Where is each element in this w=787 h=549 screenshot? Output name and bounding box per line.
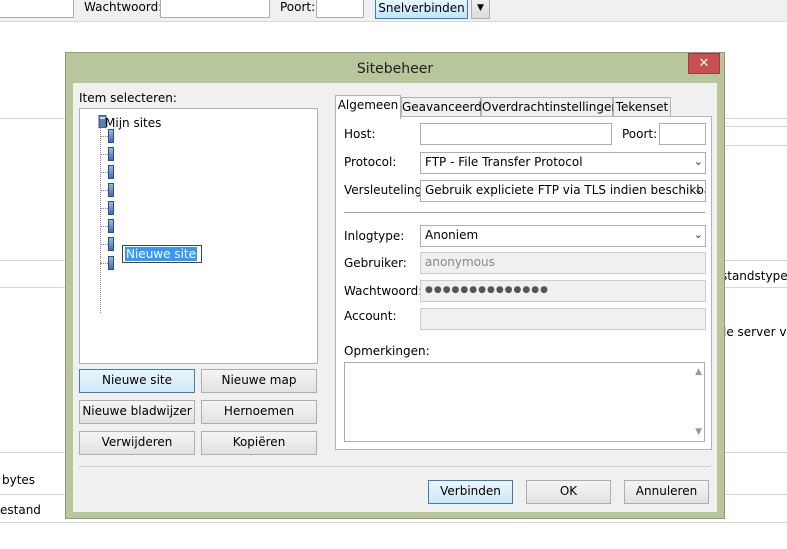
copy-button[interactable]: Kopiëren bbox=[201, 431, 317, 455]
dialog-client-area: Item selecteren: Mijn sites Nieuwe site … bbox=[73, 83, 717, 512]
cancel-button[interactable]: Annuleren bbox=[624, 480, 709, 504]
tree-rename-value: Nieuwe site bbox=[125, 247, 197, 261]
tree-site-node[interactable] bbox=[100, 217, 120, 235]
site-icon bbox=[108, 256, 114, 270]
site-icon bbox=[108, 165, 114, 179]
new-folder-button[interactable]: Nieuwe map bbox=[201, 369, 317, 393]
username-input[interactable] bbox=[0, 0, 74, 18]
user-label: Gebruiker: bbox=[344, 256, 407, 270]
site-icon bbox=[108, 129, 114, 143]
password-input[interactable] bbox=[160, 0, 270, 18]
quickconnect-bar: Wachtwoord: Poort: Snelverbinden ▼ bbox=[0, 0, 787, 22]
account-label: Account: bbox=[344, 309, 397, 323]
tree-site-node[interactable] bbox=[100, 235, 120, 253]
connect-button[interactable]: Verbinden bbox=[428, 480, 513, 504]
select-item-label: Item selecteren: bbox=[79, 91, 177, 105]
host-input[interactable] bbox=[420, 123, 612, 145]
port-input[interactable] bbox=[316, 0, 364, 18]
tree-site-node[interactable] bbox=[100, 181, 120, 199]
delete-button[interactable]: Verwijderen bbox=[79, 431, 195, 455]
ok-button[interactable]: OK bbox=[526, 480, 611, 504]
tab-general[interactable]: Algemeen bbox=[335, 95, 401, 119]
site-manager-dialog: Sitebeheer ✕ Item selecteren: Mijn sites… bbox=[65, 52, 725, 519]
site-icon bbox=[108, 237, 114, 251]
general-tab-panel: Host: Poort: Protocol: FTP - File Transf… bbox=[335, 116, 712, 450]
pane-divider bbox=[0, 522, 787, 523]
tree-site-node[interactable] bbox=[100, 145, 120, 163]
section-divider bbox=[344, 212, 705, 213]
encryption-value: Gebruik expliciete FTP via TLS indien be… bbox=[425, 183, 706, 197]
scroll-down-icon[interactable]: ▼ bbox=[695, 427, 702, 437]
pane-divider bbox=[725, 145, 787, 146]
scroll-up-icon[interactable]: ▲ bbox=[695, 367, 702, 377]
port-input[interactable] bbox=[659, 123, 706, 145]
protocol-select[interactable]: FTP - File Transfer Protocol ⌄ bbox=[420, 152, 706, 174]
site-icon bbox=[108, 183, 114, 197]
new-site-button[interactable]: Nieuwe site bbox=[79, 369, 195, 393]
comments-textarea[interactable]: ▲ ▼ bbox=[344, 362, 705, 442]
user-input[interactable]: anonymous bbox=[420, 252, 706, 274]
pane-divider bbox=[725, 126, 787, 127]
footer-divider bbox=[79, 466, 711, 467]
chevron-down-icon: ⌄ bbox=[693, 183, 703, 196]
tree-site-node[interactable] bbox=[100, 163, 120, 181]
rename-button[interactable]: Hernoemen bbox=[201, 400, 317, 424]
logon-type-label: Inlogtype: bbox=[344, 229, 405, 243]
tab-charset[interactable]: Tekenset bbox=[613, 97, 671, 118]
encryption-select[interactable]: Gebruik expliciete FTP via TLS indien be… bbox=[420, 180, 706, 202]
password-label: Wachtwoord: bbox=[344, 284, 423, 298]
queue-file-text: estand bbox=[0, 503, 41, 517]
host-label: Host: bbox=[344, 127, 376, 141]
account-input[interactable] bbox=[420, 308, 706, 330]
port-label: Poort: bbox=[280, 0, 316, 14]
site-icon bbox=[108, 147, 114, 161]
encryption-label: Versleuteling: bbox=[344, 183, 427, 197]
site-icon bbox=[108, 201, 114, 215]
logon-type-select[interactable]: Anoniem ⌄ bbox=[420, 225, 706, 247]
close-icon[interactable]: ✕ bbox=[688, 53, 720, 74]
quickconnect-button[interactable]: Snelverbinden bbox=[375, 0, 468, 19]
chevron-down-icon[interactable]: ▼ bbox=[471, 0, 490, 19]
protocol-label: Protocol: bbox=[344, 155, 397, 169]
dialog-titlebar[interactable]: Sitebeheer ✕ bbox=[66, 53, 724, 83]
status-text: le server ver bbox=[723, 325, 787, 339]
dialog-title: Sitebeheer bbox=[356, 61, 434, 77]
password-input[interactable]: ●●●●●●●●●●●●●● bbox=[420, 280, 706, 302]
tab-transfer-settings[interactable]: Overdrachtinstellingen bbox=[481, 97, 619, 118]
comments-label: Opmerkingen: bbox=[344, 344, 430, 358]
tree-rename-input[interactable]: Nieuwe site bbox=[122, 245, 202, 263]
site-icon bbox=[108, 219, 114, 233]
protocol-value: FTP - File Transfer Protocol bbox=[425, 155, 583, 169]
queue-bytes-text: bytes bbox=[2, 473, 36, 487]
chevron-down-icon: ⌄ bbox=[693, 228, 703, 241]
column-header-conn-type[interactable]: standstype bbox=[721, 269, 787, 283]
tree-site-node[interactable] bbox=[100, 254, 120, 272]
tree-site-node[interactable] bbox=[100, 199, 120, 217]
tab-advanced[interactable]: Geavanceerd bbox=[401, 97, 482, 118]
tree-site-node[interactable] bbox=[100, 127, 120, 145]
chevron-down-icon: ⌄ bbox=[693, 155, 703, 168]
port-label: Poort: bbox=[622, 127, 658, 141]
password-label: Wachtwoord: bbox=[84, 0, 163, 14]
site-tree[interactable]: Mijn sites Nieuwe site bbox=[79, 108, 318, 364]
new-bookmark-button[interactable]: Nieuwe bladwijzer bbox=[79, 400, 195, 424]
logon-type-value: Anoniem bbox=[425, 228, 479, 242]
